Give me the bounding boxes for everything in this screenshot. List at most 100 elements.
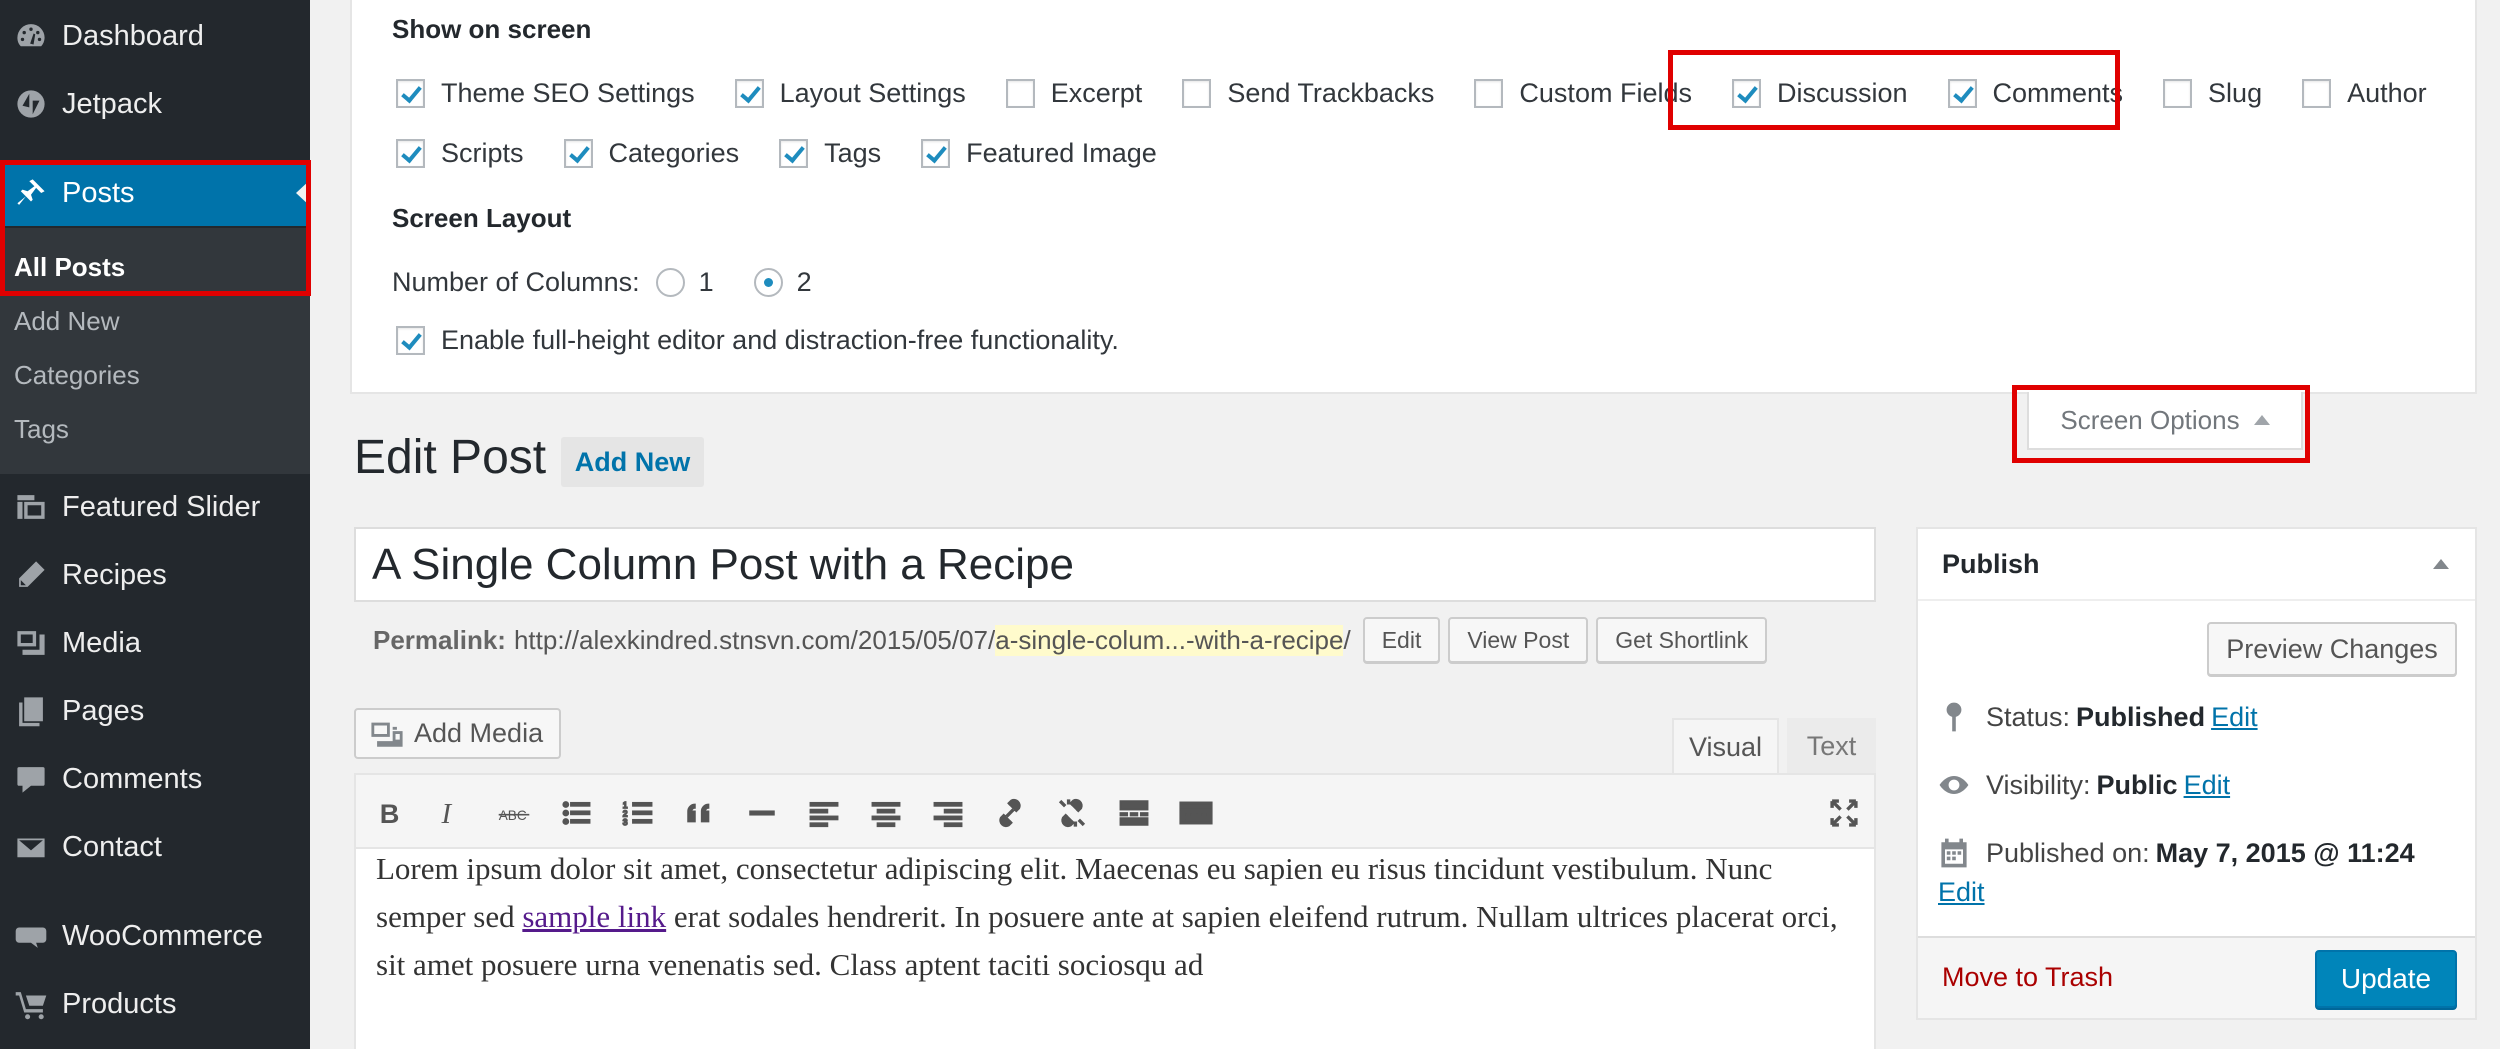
strikethrough-icon[interactable]: ABC [494,793,534,833]
pencil-icon [0,558,62,592]
dashboard-icon [0,19,62,53]
read-more-icon[interactable] [1114,793,1154,833]
toolbar-toggle-icon[interactable] [1176,793,1216,833]
edit-status-link[interactable]: Edit [2211,702,2258,733]
edit-date-link[interactable]: Edit [1938,877,1985,908]
unlink-icon[interactable] [1052,793,1092,833]
submenu-tags[interactable]: Tags [14,414,69,445]
checkbox-tags[interactable]: Tags [779,138,881,169]
post-title-input[interactable]: A Single Column Post with a Recipe [354,527,1876,602]
publish-header[interactable]: Publish [1918,529,2475,601]
italic-icon[interactable]: I [430,793,470,833]
sidebar-item-featured-slider[interactable]: Featured Slider [0,474,310,540]
checkbox-excerpt[interactable]: Excerpt [1005,78,1142,109]
checkbox-scripts[interactable]: Scripts [396,138,524,169]
tab-visual[interactable]: Visual [1672,718,1779,774]
checkbox-box[interactable] [734,78,764,108]
permalink-edit-button[interactable]: Edit [1362,617,1441,663]
pin-icon [1946,702,1962,732]
checkbox-box[interactable] [396,78,425,108]
status-value: Published [2076,701,2206,732]
screen-options-row-1: Theme SEO Settings Layout Settings Excer… [396,73,2467,113]
column-option-label: 2 [796,266,812,297]
checkbox-box[interactable] [2163,78,2193,108]
publish-footer: Move to Trash Update [1918,936,2475,1018]
checkbox-label: Categories [608,137,740,168]
checkbox-fullheight-editor[interactable]: Enable full-height editor and distractio… [396,325,1119,356]
column-radio-2[interactable] [753,267,783,297]
sample-link[interactable]: sample link [522,899,666,934]
tab-text[interactable]: Text [1787,718,1876,774]
sidebar-item-pages[interactable]: Pages [0,678,310,744]
align-left-icon[interactable] [804,793,844,833]
blockquote-icon[interactable] [680,793,720,833]
checkbox-slug[interactable]: Slug [2163,78,2262,109]
get-shortlink-button[interactable]: Get Shortlink [1596,617,1768,663]
align-right-icon[interactable] [928,793,968,833]
checkbox-categories[interactable]: Categories [563,137,740,169]
sidebar-item-dashboard[interactable]: Dashboard [0,3,310,69]
link-icon[interactable] [990,793,1030,833]
permalink-slug[interactable]: a-single-colum...-with-a-recipe [995,624,1344,656]
checkbox-box[interactable] [563,138,593,168]
visibility-value: Public [2096,769,2178,800]
sidebar-item-media[interactable]: Media [0,610,310,676]
sidebar-item-label: Featured Slider [62,490,261,523]
checkbox-box[interactable] [921,138,951,168]
checkbox-box[interactable] [2302,78,2332,108]
post-editor[interactable]: B I ABC 123 Lorem ipsum dolor sit amet, … [354,773,1876,1049]
numbered-list-icon[interactable]: 123 [618,793,658,833]
submenu-add-new[interactable]: Add New [14,306,120,337]
sidebar-item-label: Recipes [62,558,167,591]
view-post-button[interactable]: View Post [1448,617,1589,663]
checkbox-box[interactable] [1474,78,1504,108]
preview-changes-button[interactable]: Preview Changes [2207,622,2457,676]
sidebar-item-comments[interactable]: Comments [0,746,310,812]
checkbox-layout-settings[interactable]: Layout Settings [734,78,966,109]
edit-visibility-link[interactable]: Edit [2184,770,2231,801]
checkbox-label: Scripts [441,137,524,168]
checkbox-box[interactable] [396,138,425,168]
posts-highlight-box [0,160,311,296]
sidebar-item-label: Contact [62,830,162,863]
checkbox-box[interactable] [1182,78,1212,108]
sidebar-item-woocommerce[interactable]: WooCommerce [0,903,310,969]
add-media-button[interactable]: Add Media [354,708,561,759]
update-button[interactable]: Update [2315,950,2457,1008]
permalink-row: Permalink: http://alexkindred.stnsvn.com… [373,617,1768,663]
checkbox-box[interactable] [779,138,809,168]
sidebar-item-products[interactable]: Products [0,971,310,1037]
visibility-row: Visibility: Public Edit [1936,767,2230,803]
column-radio-1[interactable] [655,267,685,297]
add-new-button[interactable]: Add New [561,437,704,487]
checkbox-author[interactable]: Author [2302,78,2427,109]
svg-text:B: B [380,798,400,829]
screen-options-panel: Show on screen Theme SEO Settings Layout… [350,0,2477,394]
publish-box: Publish Preview Changes Status: Publishe… [1916,527,2477,1020]
media-icon [0,626,62,660]
page-title: Edit Post [354,431,547,484]
sidebar-item-contact[interactable]: Contact [0,814,310,880]
checkbox-featured-image[interactable]: Featured Image [921,138,1157,169]
checkbox-label: Slug [2208,77,2263,108]
checkbox-theme-seo[interactable]: Theme SEO Settings [396,78,695,109]
align-center-icon[interactable] [866,793,906,833]
sidebar-item-recipes[interactable]: Recipes [0,542,310,608]
editor-toolbar: B I ABC 123 [356,775,1874,849]
checkbox-custom-fields[interactable]: Custom Fields [1474,78,1692,109]
horizontal-rule-icon[interactable] [742,793,782,833]
checkbox-box[interactable] [1005,78,1035,108]
collapse-arrow-icon[interactable] [2433,559,2449,569]
show-on-screen-heading: Show on screen [392,14,592,44]
checkbox-box[interactable] [396,325,425,355]
published-value: May 7, 2015 @ 11:24 [2155,837,2415,868]
screen-layout-heading: Screen Layout [392,203,572,233]
bold-icon[interactable]: B [370,793,410,833]
fullscreen-icon[interactable] [1824,793,1864,833]
submenu-categories[interactable]: Categories [14,360,140,391]
checkbox-send-trackbacks[interactable]: Send Trackbacks [1182,78,1434,109]
bullet-list-icon[interactable] [556,793,596,833]
move-to-trash-link[interactable]: Move to Trash [1942,962,2113,993]
editor-content[interactable]: Lorem ipsum dolor sit amet, consectetur … [376,845,1856,989]
sidebar-item-jetpack[interactable]: Jetpack [0,71,310,137]
